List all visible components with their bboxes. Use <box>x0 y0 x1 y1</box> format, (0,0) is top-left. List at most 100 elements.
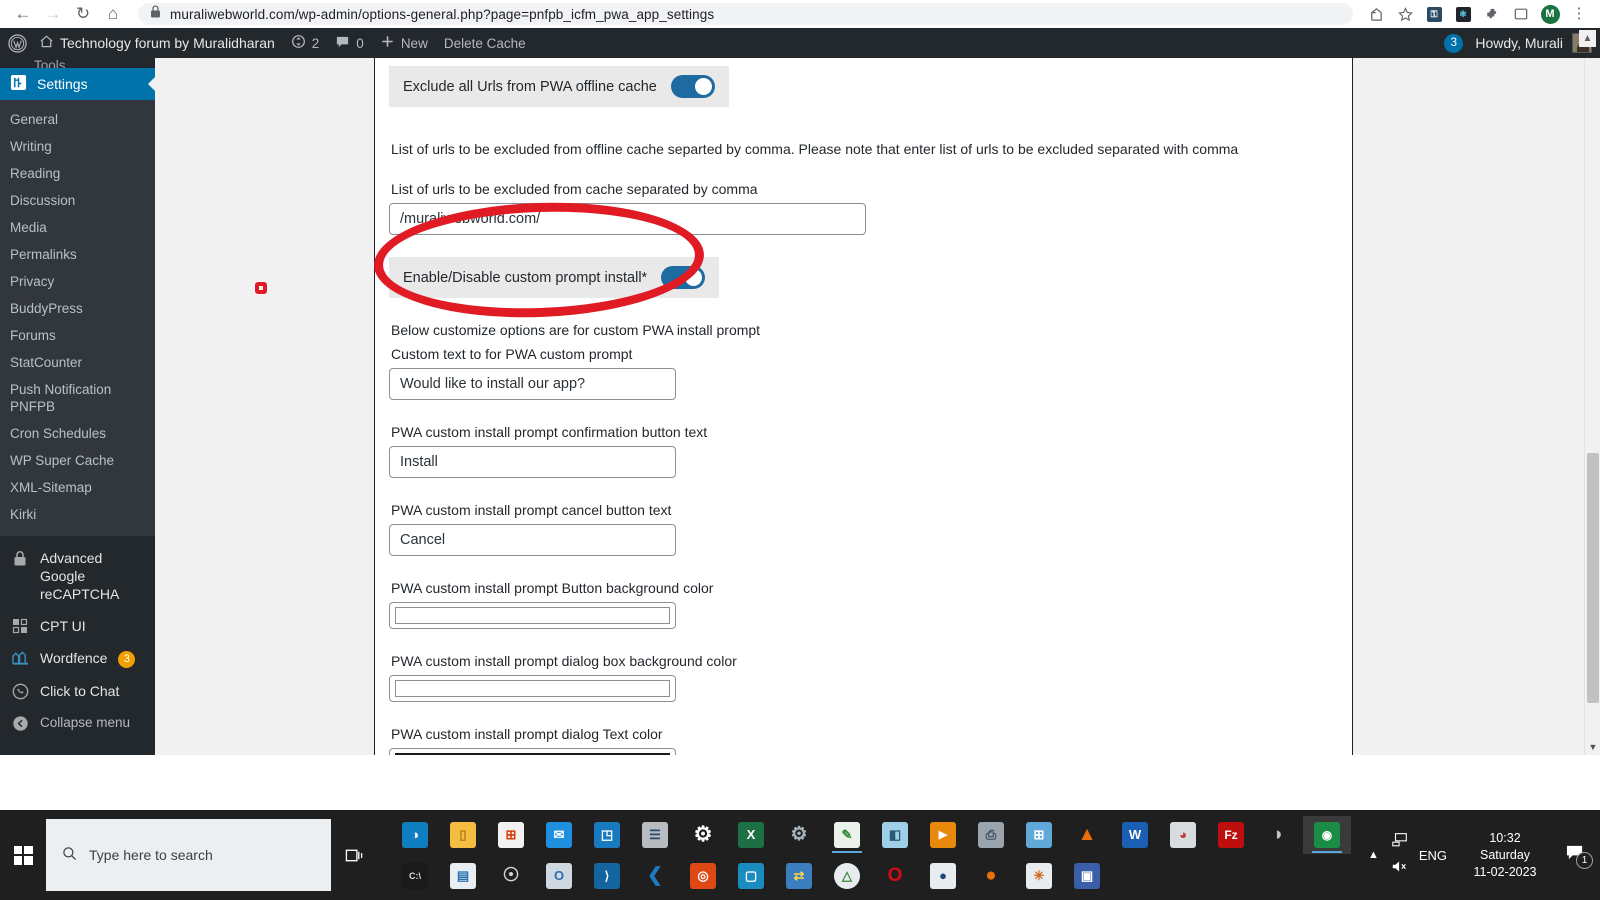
volume-muted-icon[interactable] <box>1391 859 1409 879</box>
taskbar-app-ubuntu[interactable]: ◎ <box>679 857 727 895</box>
taskbar-app-vlc[interactable]: ▲ <box>1063 816 1111 854</box>
taskbar-app-media-player[interactable]: ▶ <box>919 816 967 854</box>
sidebar-item-cron-schedules[interactable]: Cron Schedules <box>0 420 155 447</box>
scrollbar-thumb[interactable] <box>1587 453 1599 703</box>
taskbar-app-microsoft-store[interactable]: ⊞ <box>487 816 535 854</box>
sidebar-item-click-to-chat[interactable]: Click to Chat <box>0 675 155 707</box>
shield-extension-icon[interactable]: ⚿ <box>1421 1 1447 27</box>
taskbar-app-settings[interactable]: ⚙ <box>679 816 727 854</box>
sidebar-item-discussion[interactable]: Discussion <box>0 187 155 214</box>
button-bg-color-picker[interactable] <box>389 602 676 629</box>
confirm-button-text-input[interactable] <box>389 446 676 478</box>
sidebar-item-cpt-ui[interactable]: CPT UI <box>0 610 155 642</box>
taskbar-app-notepad-edit[interactable]: ✎ <box>823 816 871 854</box>
site-name-menu[interactable]: Technology forum by Muralidharan <box>35 28 283 58</box>
taskbar-app-virtualbox[interactable]: ▢ <box>727 857 775 895</box>
notification-center-button[interactable]: 1 <box>1557 843 1594 869</box>
task-view-icon[interactable] <box>331 810 377 900</box>
exclude-urls-toggle-row[interactable]: Exclude all Urls from PWA offline cache <box>389 66 729 107</box>
sidebar-item-xml-sitemap[interactable]: XML-Sitemap <box>0 474 155 501</box>
sidebar-item-push-notification-pnfpb[interactable]: Push Notification PNFPB <box>0 376 155 420</box>
exclude-urls-toggle[interactable] <box>670 75 715 98</box>
sidebar-item-wordfence[interactable]: Wordfence 3 <box>0 642 155 675</box>
taskbar-app-satellite[interactable]: ☉ <box>487 857 535 895</box>
taskbar-app-speaker[interactable]: ◗ <box>1255 816 1303 854</box>
scrollbar-down-arrow[interactable]: ▼ <box>1585 739 1600 755</box>
taskbar-app-monitor-chart[interactable]: ☰ <box>631 816 679 854</box>
taskbar-app-edge[interactable]: ◑ <box>391 816 439 854</box>
cancel-button-text-input[interactable] <box>389 524 676 556</box>
delete-cache-menu[interactable]: Delete Cache <box>436 28 534 58</box>
back-arrow-icon[interactable]: ← <box>8 1 38 27</box>
custom-prompt-toggle[interactable] <box>661 266 706 289</box>
taskbar-app-gears[interactable]: ⚙ <box>775 816 823 854</box>
notification-badge[interactable]: 3 <box>1444 33 1464 53</box>
home-icon[interactable]: ⌂ <box>98 1 128 27</box>
updates-menu[interactable]: 2 <box>283 28 328 58</box>
sidebar-item-writing[interactable]: Writing <box>0 133 155 160</box>
taskbar-app-reader[interactable]: ▤ <box>439 857 487 895</box>
taskbar-app-outlook[interactable]: O <box>535 857 583 895</box>
sidebar-item-wp-super-cache[interactable]: WP Super Cache <box>0 447 155 474</box>
reload-icon[interactable]: ↻ <box>68 1 98 27</box>
kebab-menu-icon[interactable]: ⋮ <box>1566 1 1592 27</box>
page-scrollbar[interactable]: ▼ <box>1584 58 1600 755</box>
taskbar-app-colorful[interactable]: ✳ <box>1015 857 1063 895</box>
howdy-label[interactable]: Howdy, Murali <box>1475 35 1563 51</box>
sidebar-item-settings[interactable]: Settings <box>0 68 155 100</box>
chevron-up-icon[interactable]: ▲ <box>1360 849 1387 861</box>
taskbar-app-firefox[interactable]: ● <box>967 857 1015 895</box>
taskbar-app-remote-desktop[interactable]: ▣ <box>1063 857 1111 895</box>
taskbar-app-excel[interactable]: X <box>727 816 775 854</box>
taskbar-app-filezilla[interactable]: Fz <box>1207 816 1255 854</box>
forward-arrow-icon[interactable]: → <box>38 1 68 27</box>
sidebar-item-kirki[interactable]: Kirki <box>0 501 155 528</box>
taskbar-app-sticky-notes[interactable]: ◧ <box>871 816 919 854</box>
taskbar-app-opera[interactable]: O <box>871 857 919 895</box>
taskbar-clock[interactable]: 10:32 Saturday 11-02-2023 <box>1457 830 1553 881</box>
sidebar-item-statcounter[interactable]: StatCounter <box>0 349 155 376</box>
puzzle-extension-icon[interactable] <box>1479 1 1505 27</box>
taskbar-app-scanner[interactable]: ⎙ <box>967 816 1015 854</box>
taskbar-app-android-studio[interactable]: △ <box>823 857 871 895</box>
sidebar-item-buddypress[interactable]: BuddyPress <box>0 295 155 322</box>
taskbar-app-mail[interactable]: ✉ <box>535 816 583 854</box>
taskbar-app-network-transfer[interactable]: ⇄ <box>775 857 823 895</box>
wordpress-logo-icon[interactable] <box>0 28 35 58</box>
sidebar-item-forums[interactable]: Forums <box>0 322 155 349</box>
sidebar-item-media[interactable]: Media <box>0 214 155 241</box>
sidebar-item-advanced-google-recaptcha[interactable]: Advanced Google reCAPTCHA <box>0 542 155 610</box>
new-content-menu[interactable]: New <box>372 28 436 58</box>
network-icon[interactable] <box>1391 832 1409 852</box>
share-icon[interactable] <box>1363 1 1389 27</box>
taskbar-app-terminal[interactable]: C:\ <box>391 857 439 895</box>
sidebar-item-collapse-menu[interactable]: Collapse menu <box>0 707 155 739</box>
taskbar-app-word[interactable]: W <box>1111 816 1159 854</box>
sidebar-item-permalinks[interactable]: Permalinks <box>0 241 155 268</box>
sidebar-item-reading[interactable]: Reading <box>0 160 155 187</box>
windows-start-icon[interactable] <box>0 810 46 900</box>
scrollbar-up-arrow[interactable]: ▲ <box>1579 30 1596 47</box>
sidebar-item-tools[interactable]: Tools <box>0 58 155 68</box>
comments-menu[interactable]: 0 <box>327 28 372 58</box>
dialog-bg-color-picker[interactable] <box>389 675 676 702</box>
taskbar-app-powerpoint[interactable]: ◳ <box>583 816 631 854</box>
custom-prompt-toggle-row[interactable]: Enable/Disable custom prompt install* <box>389 257 720 298</box>
taskbar-app-calculator[interactable]: ⊞ <box>1015 816 1063 854</box>
dialog-text-color-picker[interactable] <box>389 748 676 755</box>
taskbar-app-linux[interactable]: ● <box>919 857 967 895</box>
sidepanel-icon[interactable] <box>1508 1 1534 27</box>
taskbar-app-file-explorer[interactable]: ▯ <box>439 816 487 854</box>
profile-avatar[interactable]: M <box>1537 1 1563 27</box>
sidebar-item-general[interactable]: General <box>0 106 155 133</box>
taskbar-app-chrome[interactable]: ◉ <box>1303 815 1351 854</box>
sidebar-item-privacy[interactable]: Privacy <box>0 268 155 295</box>
language-indicator[interactable]: ENG <box>1413 848 1453 863</box>
star-icon[interactable] <box>1392 1 1418 27</box>
custom-text-input[interactable] <box>389 368 676 400</box>
urls-input[interactable] <box>389 203 866 235</box>
taskbar-app-vscode[interactable]: ❮ <box>631 857 679 895</box>
taskbar-search-input[interactable]: Type here to search <box>46 819 331 891</box>
taskbar-app-paint[interactable]: ◕ <box>1159 816 1207 854</box>
react-extension-icon[interactable]: ⚛ <box>1450 1 1476 27</box>
